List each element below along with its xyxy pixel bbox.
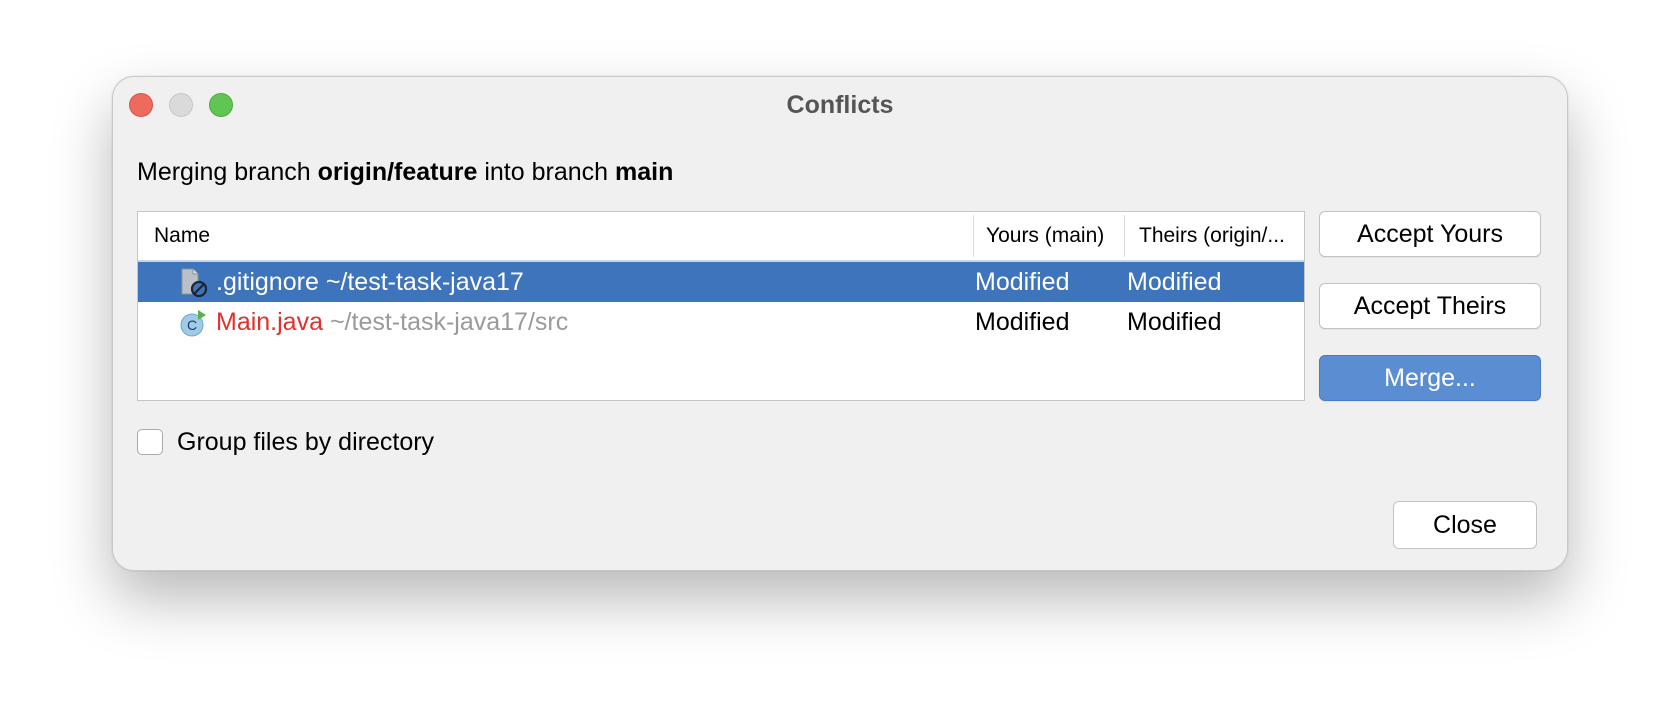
theirs-status: Modified <box>1127 268 1222 296</box>
accept-yours-button[interactable]: Accept Yours <box>1319 211 1541 257</box>
column-header-name[interactable]: Name <box>154 212 964 260</box>
merge-description: Merging branch origin/feature into branc… <box>137 155 673 189</box>
yours-status: Modified <box>975 308 1070 336</box>
file-path: ~/test-task-java17/src <box>329 308 569 336</box>
file-name: .gitignore <box>216 268 319 296</box>
conflicts-dialog: Conflicts Merging branch origin/feature … <box>112 76 1568 571</box>
file-name-cell: .gitignore ~/test-task-java17 <box>216 262 524 302</box>
target-branch: main <box>615 158 674 186</box>
file-path: ~/test-task-java17 <box>325 268 524 296</box>
accept-theirs-button[interactable]: Accept Theirs <box>1319 283 1541 329</box>
yours-status: Modified <box>975 268 1070 296</box>
java-class-icon: C <box>180 308 208 338</box>
file-name-cell: Main.java ~/test-task-java17/src <box>216 302 568 342</box>
dialog-title: Conflicts <box>786 91 894 119</box>
group-by-directory-checkbox[interactable] <box>137 429 163 455</box>
theirs-status: Modified <box>1127 308 1222 336</box>
table-header: Name Yours (main) Theirs (origin/... <box>138 212 1304 262</box>
column-header-theirs[interactable]: Theirs (origin/... <box>1124 215 1304 257</box>
table-row[interactable]: .gitignore ~/test-task-java17 Modified M… <box>138 262 1304 302</box>
merge-description-middle: into branch <box>477 158 615 186</box>
close-button[interactable]: Close <box>1393 501 1537 549</box>
merge-button[interactable]: Merge... <box>1319 355 1541 401</box>
merge-description-prefix: Merging branch <box>137 158 318 186</box>
file-name: Main.java <box>216 308 323 336</box>
table-row[interactable]: C Main.java ~/test-task-java17/src Modif… <box>138 302 1304 342</box>
column-header-yours[interactable]: Yours (main) <box>973 215 1136 257</box>
svg-text:C: C <box>187 317 197 333</box>
conflicts-table: Name Yours (main) Theirs (origin/... .gi… <box>137 211 1305 401</box>
source-branch: origin/feature <box>317 158 478 186</box>
group-by-directory-label[interactable]: Group files by directory <box>177 425 434 459</box>
ignored-file-icon <box>180 268 208 298</box>
